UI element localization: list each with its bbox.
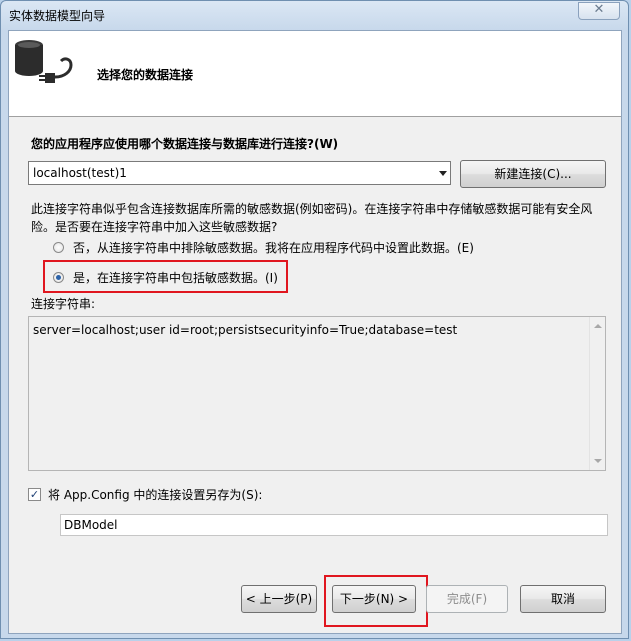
radio-exclude-label[interactable]: 否，从连接字符串中排除敏感数据。我将在应用程序代码中设置此数据。(E) [73, 239, 474, 256]
connection-name-value: DBModel [64, 518, 118, 532]
vertical-scrollbar[interactable] [589, 317, 605, 470]
radio-exclude-sensitive[interactable]: 否，从连接字符串中排除敏感数据。我将在应用程序代码中设置此数据。(E) [53, 239, 474, 256]
database-plug-icon [15, 40, 73, 83]
connection-select-value: localhost(test)1 [33, 166, 127, 180]
radio-include-label[interactable]: 是，在连接字符串中包括敏感数据。(I) [73, 269, 278, 286]
previous-button[interactable]: < 上一步(P) [241, 585, 317, 613]
connection-question-label: 您的应用程序应使用哪个数据连接与数据库进行连接?(W) [31, 137, 339, 151]
chevron-down-icon[interactable] [439, 171, 447, 176]
connection-string-label: 连接字符串: [31, 297, 96, 311]
wizard-header: 选择您的数据连接 [9, 31, 621, 117]
connection-select[interactable]: localhost(test)1 [28, 161, 451, 185]
wizard-client-area: 选择您的数据连接 您的应用程序应使用哪个数据连接与数据库进行连接?(W) loc… [8, 30, 622, 634]
radio-button-selected[interactable] [53, 272, 64, 283]
connection-string-box[interactable]: server=localhost;user id=root;persistsec… [28, 316, 606, 471]
wizard-window: 实体数据模型向导 ✕ 选择您的数据连接 您的应用程序应使用哪个数据连接与数据库进… [0, 0, 629, 639]
connection-name-input[interactable]: DBModel [60, 514, 608, 536]
close-button[interactable]: ✕ [578, 2, 620, 20]
finish-button: 完成(F) [426, 585, 508, 613]
scroll-up-icon[interactable] [594, 324, 602, 328]
close-icon: ✕ [593, 2, 605, 17]
radio-include-sensitive[interactable]: 是，在连接字符串中包括敏感数据。(I) [53, 269, 278, 286]
sensitive-data-warning: 此连接字符串似乎包含连接数据库所需的敏感数据(例如密码)。在连接字符串中存储敏感… [31, 202, 593, 234]
connection-string-text: server=localhost;user id=root;persistsec… [33, 323, 458, 337]
cancel-button[interactable]: 取消 [520, 585, 606, 613]
save-settings-label[interactable]: 将 App.Config 中的连接设置另存为(S): [48, 486, 262, 503]
window-title: 实体数据模型向导 [9, 9, 106, 23]
next-button[interactable]: 下一步(N) > [332, 585, 416, 613]
save-settings-checkbox-row[interactable]: ✓ 将 App.Config 中的连接设置另存为(S): [28, 486, 262, 503]
title-bar[interactable]: 实体数据模型向导 ✕ [1, 1, 628, 29]
save-settings-checkbox[interactable]: ✓ [28, 488, 41, 501]
new-connection-button[interactable]: 新建连接(C)... [460, 160, 606, 188]
radio-button[interactable] [53, 242, 64, 253]
page-title: 选择您的数据连接 [97, 68, 194, 82]
scroll-down-icon[interactable] [594, 459, 602, 463]
